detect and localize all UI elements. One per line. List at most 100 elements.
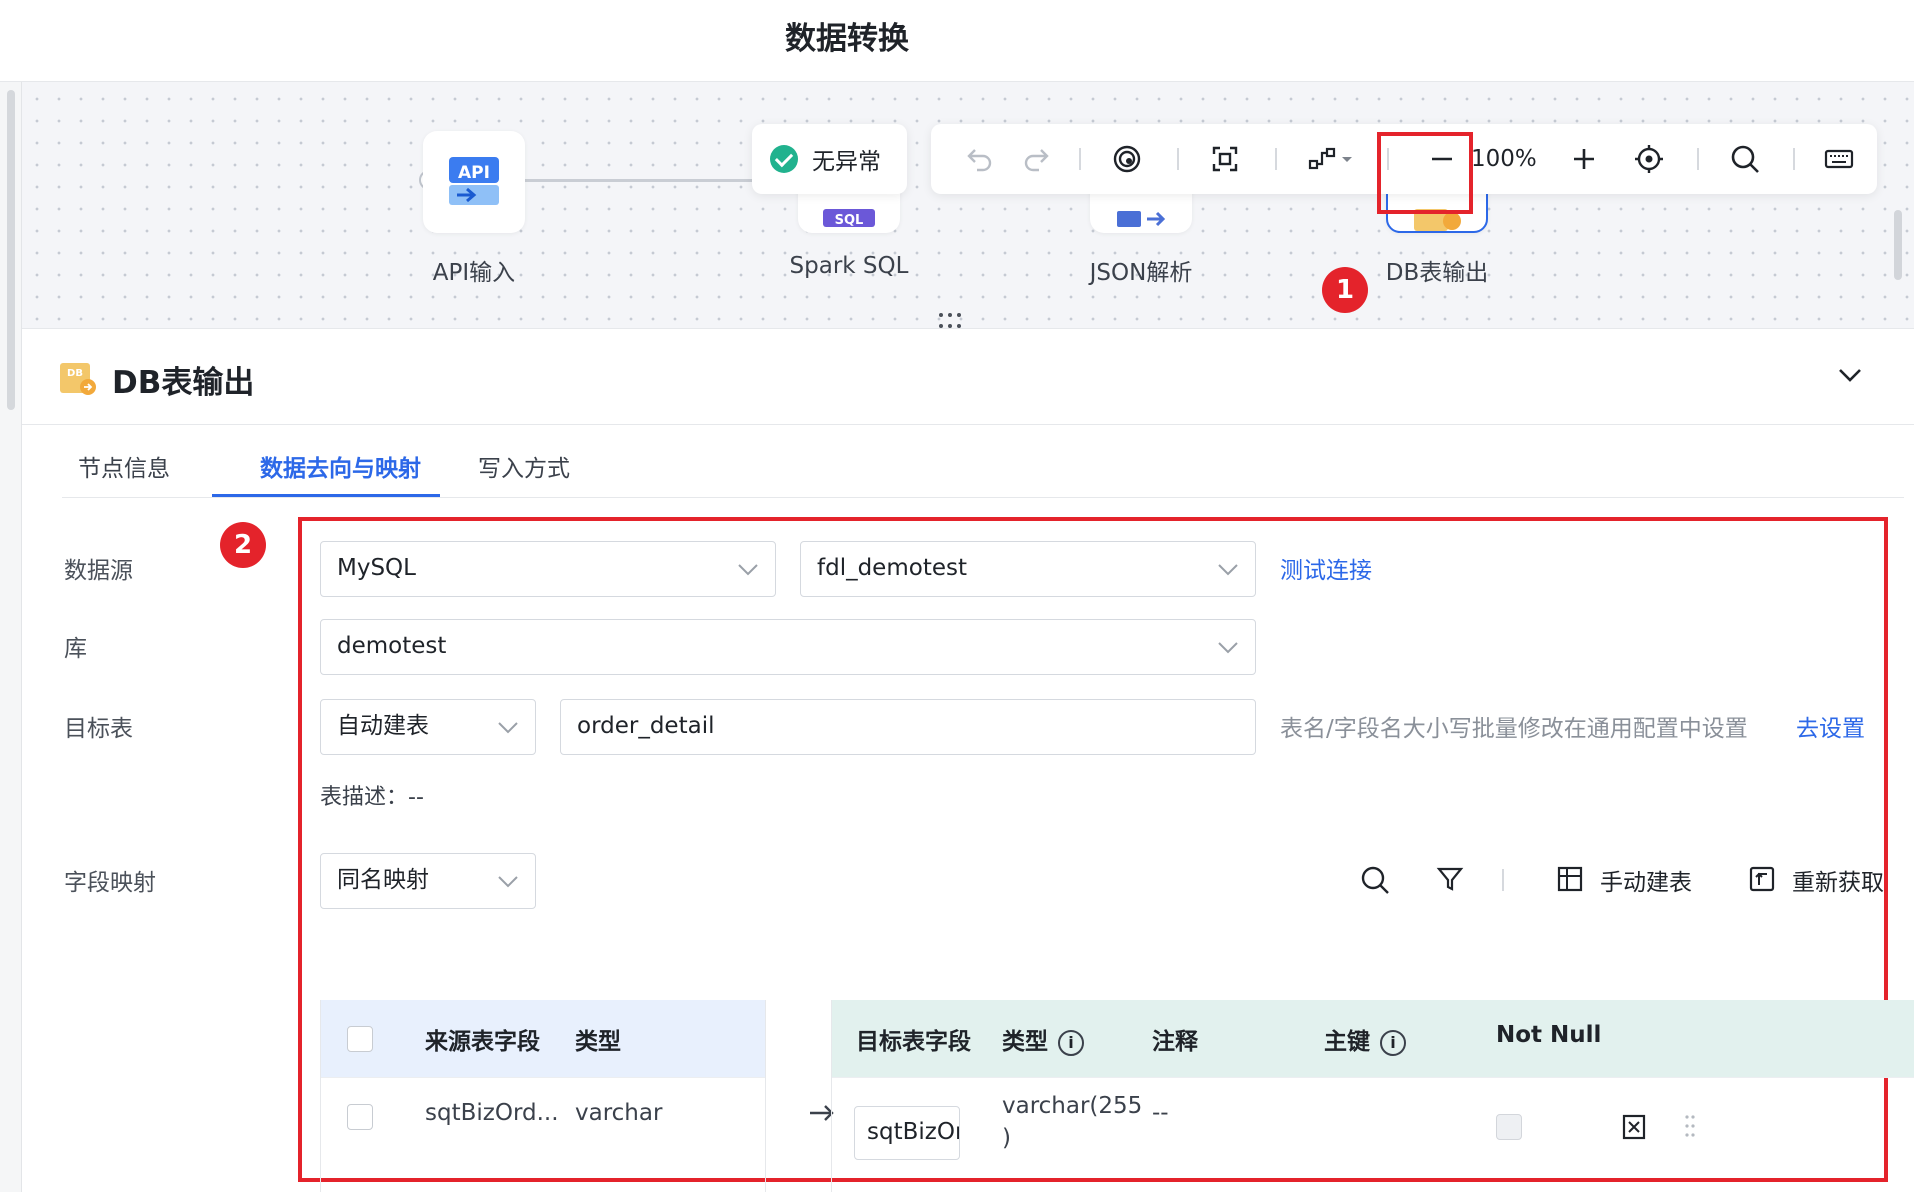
- column-header: 主键: [1324, 1029, 1370, 1055]
- keyboard-icon: [1824, 149, 1854, 169]
- tab-data-mapping[interactable]: 数据去向与映射: [260, 449, 421, 483]
- json-parse-icon: [1117, 211, 1166, 227]
- layout-dropdown[interactable]: [1301, 124, 1361, 194]
- chevron-down-icon: [1218, 564, 1238, 576]
- properties-panel: DB DB表输出 节点信息 数据去向与映射 写入方式 2 数据源 MySQL f…: [22, 328, 1914, 1192]
- delete-row-icon[interactable]: [1622, 1114, 1646, 1140]
- target-type-line: varchar(255: [1002, 1093, 1143, 1119]
- node-label: JSON解析: [1089, 260, 1193, 286]
- divider: [62, 497, 1904, 498]
- column-header: Not Null: [1496, 1022, 1602, 1048]
- locate-icon: [1635, 145, 1663, 173]
- redo-icon: [1024, 149, 1049, 172]
- undo-button[interactable]: [959, 124, 1001, 194]
- redo-button[interactable]: [1015, 124, 1057, 194]
- column-header: 目标表字段: [856, 1029, 971, 1055]
- mapping-mode-select[interactable]: 同名映射: [320, 853, 536, 909]
- column-header-primary-key: 主键 i: [1324, 1022, 1406, 1056]
- node-label: API输入: [432, 260, 516, 286]
- select-value: 同名映射: [337, 867, 429, 893]
- target-mode-select[interactable]: 自动建表: [320, 699, 536, 755]
- search-icon: [1731, 145, 1759, 173]
- chevron-down-icon: [738, 564, 758, 576]
- target-field-input[interactable]: sqtBizOr: [854, 1106, 960, 1160]
- row-checkbox[interactable]: [347, 1104, 373, 1130]
- page-title: 数据转换: [785, 21, 909, 57]
- datasource-label: 数据源: [64, 558, 133, 584]
- target-type-cell: varchar(255 ): [1002, 1090, 1142, 1154]
- chevron-down-icon: [1218, 642, 1238, 654]
- chevron-down-icon: [498, 722, 518, 734]
- panel-title: DB表输出: [112, 365, 255, 401]
- chevron-down-icon: [498, 876, 518, 888]
- check-circle-icon: [770, 145, 798, 173]
- manual-table-icon[interactable]: [1556, 865, 1584, 893]
- not-null-checkbox[interactable]: [1496, 1114, 1522, 1140]
- table-description: 表描述：--: [320, 785, 424, 810]
- refetch-button[interactable]: 重新获取: [1792, 863, 1884, 897]
- tab-write-mode[interactable]: 写入方式: [478, 449, 570, 483]
- source-type-cell: varchar: [575, 1100, 663, 1126]
- left-gutter: [0, 82, 22, 1192]
- info-icon[interactable]: i: [1380, 1029, 1406, 1056]
- flow-canvas[interactable]: API API输入 SQL Spark SQL JSON解析 DB表输出 无异常…: [22, 82, 1914, 405]
- status-indicator[interactable]: 无异常: [752, 124, 907, 194]
- column-header: 注释: [1152, 1029, 1198, 1055]
- search-icon[interactable]: [1360, 865, 1390, 895]
- select-value: fdl_demotest: [817, 555, 967, 581]
- status-text: 无异常: [812, 149, 881, 175]
- top-bar: 数据转换: [0, 0, 1914, 82]
- target-table-input[interactable]: order_detail: [560, 699, 1256, 755]
- comment-cell: --: [1152, 1100, 1169, 1126]
- locate-button[interactable]: [1627, 124, 1671, 194]
- canvas-vertical-scrollbar[interactable]: [1894, 210, 1902, 280]
- select-all-checkbox[interactable]: [347, 1026, 373, 1052]
- left-scrollbar[interactable]: [7, 90, 15, 410]
- api-icon: API: [449, 157, 499, 205]
- svg-text:SQL: SQL: [835, 213, 864, 228]
- test-connection-link[interactable]: 测试连接: [1280, 551, 1372, 585]
- select-value: demotest: [337, 633, 447, 659]
- column-header: 类型: [1002, 1029, 1048, 1055]
- toolbar-divider: [1793, 148, 1795, 170]
- zoom-level: 100%: [1471, 146, 1537, 172]
- datasource-connection-select[interactable]: fdl_demotest: [800, 541, 1256, 597]
- svg-text:DB: DB: [67, 368, 83, 379]
- annotation-highlight-zoom: [1377, 132, 1473, 214]
- database-select[interactable]: demotest: [320, 619, 1256, 675]
- datasource-type-select[interactable]: MySQL: [320, 541, 776, 597]
- row-divider: [832, 1077, 1914, 1078]
- node-label: Spark SQL: [789, 253, 909, 279]
- refresh-icon[interactable]: [1748, 865, 1776, 893]
- filter-icon[interactable]: [1436, 865, 1464, 893]
- search-button[interactable]: [1723, 124, 1767, 194]
- fit-screen-icon: [1212, 146, 1238, 172]
- chevron-down-icon[interactable]: [1836, 361, 1864, 389]
- toolbar-divider: [1177, 148, 1179, 170]
- toolbar-divider: [1697, 148, 1699, 170]
- select-value: MySQL: [337, 555, 416, 581]
- shortcuts-button[interactable]: [1817, 124, 1861, 194]
- info-icon[interactable]: i: [1058, 1029, 1084, 1056]
- zoom-in-icon: [1574, 149, 1594, 169]
- target-type-line: ): [1002, 1125, 1011, 1151]
- column-header: 来源表字段: [425, 1029, 540, 1055]
- tab-node-info[interactable]: 节点信息: [78, 449, 170, 483]
- target-table-label: 目标表: [64, 716, 133, 742]
- select-value: 自动建表: [337, 713, 429, 739]
- zoom-in-button[interactable]: [1567, 124, 1601, 194]
- node-api-input[interactable]: API API输入: [423, 131, 525, 286]
- table-header: [321, 1000, 765, 1077]
- layout-icon: [1308, 147, 1352, 170]
- drag-handle-icon[interactable]: [1684, 1112, 1696, 1140]
- svg-text:API: API: [458, 163, 490, 183]
- goto-settings-link[interactable]: 去设置: [1796, 709, 1865, 743]
- spark-sql-icon: SQL: [823, 209, 875, 228]
- preview-button[interactable]: [1105, 124, 1149, 194]
- source-field-cell: sqtBizOrd...: [425, 1100, 559, 1126]
- preview-icon: [1113, 145, 1141, 173]
- manual-create-table-button[interactable]: 手动建表: [1600, 863, 1692, 897]
- source-fields-table: 来源表字段 类型 sqtBizOrd... varchar: [320, 1000, 766, 1192]
- target-fields-table: 目标表字段 类型 i 注释 主键 i Not Null sqtBizOr varch…: [831, 1000, 1914, 1192]
- fit-screen-button[interactable]: [1203, 124, 1247, 194]
